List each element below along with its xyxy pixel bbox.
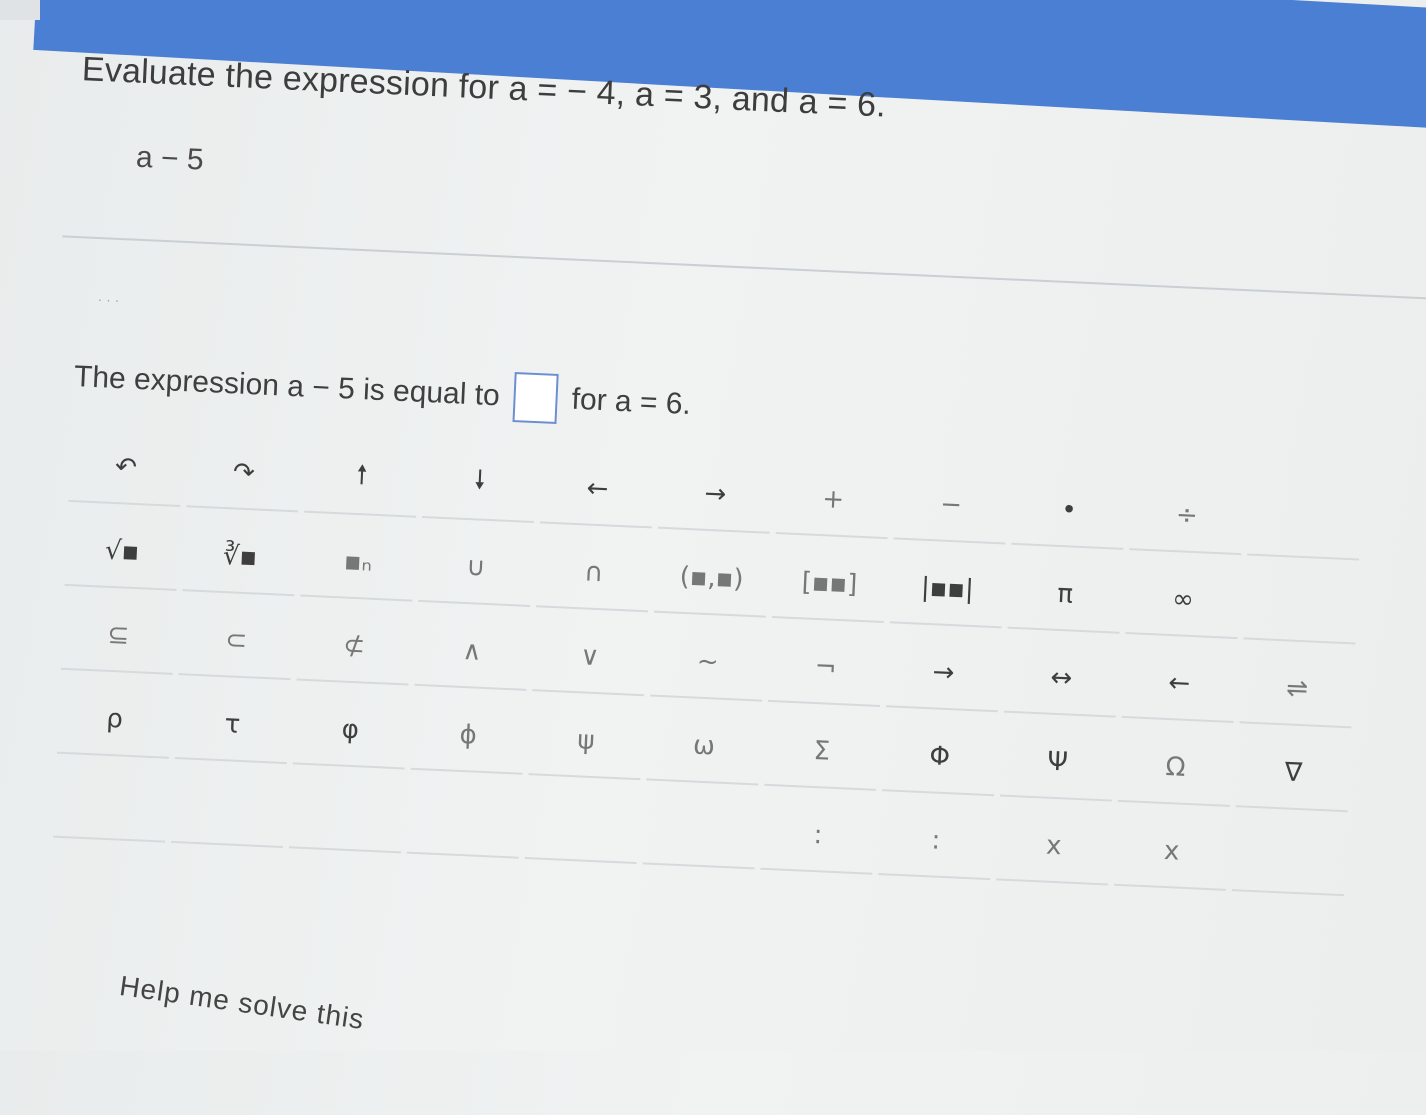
dot-button[interactable]: • — [1011, 472, 1127, 550]
answer-input[interactable] — [512, 372, 559, 424]
keypad-blank-3 — [288, 776, 405, 854]
question-prompt: Evaluate the expression for a = − 4, a =… — [81, 50, 887, 125]
not-button[interactable]: ¬ — [768, 629, 884, 707]
matrix-button[interactable]: [▪▪] — [771, 546, 888, 624]
keypad-blank-1 — [53, 765, 169, 843]
keypad-extra-1[interactable] — [1247, 483, 1363, 561]
equilibrium-button[interactable]: ⇌ — [1239, 651, 1355, 729]
value-2: a = 3, — [624, 74, 724, 118]
iff-button[interactable]: ↔ — [1003, 640, 1119, 718]
converse-button[interactable]: ← — [1121, 645, 1237, 724]
or-button[interactable]: ∨ — [532, 619, 648, 697]
union-button[interactable]: ∪ — [418, 529, 534, 607]
keypad-blank-5 — [524, 787, 640, 865]
phi-button[interactable]: φ — [292, 692, 408, 770]
x-button[interactable]: x — [996, 808, 1112, 886]
infinity-button[interactable]: ∞ — [1125, 562, 1241, 640]
keypad-blank-2 — [171, 770, 287, 849]
phi-upper-button[interactable]: Φ — [882, 719, 998, 797]
arrow-up-button[interactable]: 🠕 — [304, 440, 420, 518]
tilde-button[interactable]: ~ — [650, 624, 766, 702]
question-page: Evaluate the expression for a = − 4, a =… — [0, 0, 1426, 1111]
undo-button[interactable]: ↶ — [68, 429, 184, 507]
determinant-button[interactable]: |▪▪| — [889, 551, 1005, 629]
expression: a − 5 — [135, 140, 205, 177]
not-subset-button[interactable]: ⊄ — [296, 608, 412, 686]
math-keypad: ↶ ↷ 🠕 🠗 ← → + − • ÷ √▪ ∛▪ ▪ₙ ∪ ∩ (▪,▪) [… — [46, 429, 1426, 1054]
minus-button[interactable]: − — [893, 467, 1009, 545]
subset-button[interactable]: ⊂ — [178, 603, 294, 681]
keypad-blank-7 — [1231, 819, 1348, 897]
arrow-left-button[interactable]: ← — [539, 451, 656, 529]
value-3: a = 6. — [797, 82, 887, 125]
plus-button[interactable]: + — [775, 462, 891, 540]
subscript-button[interactable]: ▪ₙ — [300, 524, 416, 602]
omega-button[interactable]: ω — [646, 708, 762, 786]
omega-upper-button[interactable]: Ω — [1117, 729, 1234, 807]
question-prefix: Evaluate the expression for — [81, 50, 510, 108]
divide-button[interactable]: ÷ — [1129, 478, 1245, 556]
nabla-button[interactable]: ∇ — [1235, 735, 1351, 813]
answer-prefix: The expression a − 5 is equal to — [73, 360, 501, 413]
pi-button[interactable]: π — [1007, 556, 1123, 634]
arrow-down-button[interactable]: 🠗 — [422, 446, 538, 524]
answer-suffix: for a = 6. — [570, 382, 692, 422]
value-1: a = − 4, — [507, 69, 627, 113]
intersection-button[interactable]: ∩ — [536, 535, 652, 613]
cube-root-button[interactable]: ∛▪ — [182, 519, 298, 597]
interval-button[interactable]: (▪,▪) — [653, 540, 770, 618]
implies-button[interactable]: → — [885, 635, 1002, 713]
answer-statement: The expression a − 5 is equal to for a =… — [73, 352, 692, 430]
redo-button[interactable]: ↷ — [186, 435, 302, 513]
keypad-extra-2[interactable] — [1243, 567, 1359, 645]
tau-button[interactable]: τ — [174, 687, 290, 765]
section-divider — [62, 235, 1426, 301]
and-button[interactable]: ∧ — [414, 613, 530, 691]
keypad-blank-6 — [642, 792, 758, 870]
keypad-blank-4 — [406, 781, 522, 859]
colon-button[interactable]: : — [760, 797, 876, 875]
question-mid: and — [721, 79, 800, 121]
rho-button[interactable]: ρ — [56, 681, 173, 759]
arrow-right-button[interactable]: → — [657, 456, 773, 534]
subset-eq-button[interactable]: ⊆ — [60, 597, 176, 675]
ratio-button[interactable]: : — [878, 803, 994, 881]
sigma-upper-button[interactable]: Σ — [764, 713, 880, 791]
sqrt-button[interactable]: √▪ — [64, 513, 180, 591]
phi-variant-button[interactable]: ϕ — [410, 697, 526, 775]
decorative-dots: · · · — [97, 291, 120, 309]
psi-button[interactable]: ψ — [528, 703, 644, 781]
x-variant-button[interactable]: x — [1114, 813, 1230, 891]
psi-upper-button[interactable]: Ψ — [999, 724, 1116, 802]
